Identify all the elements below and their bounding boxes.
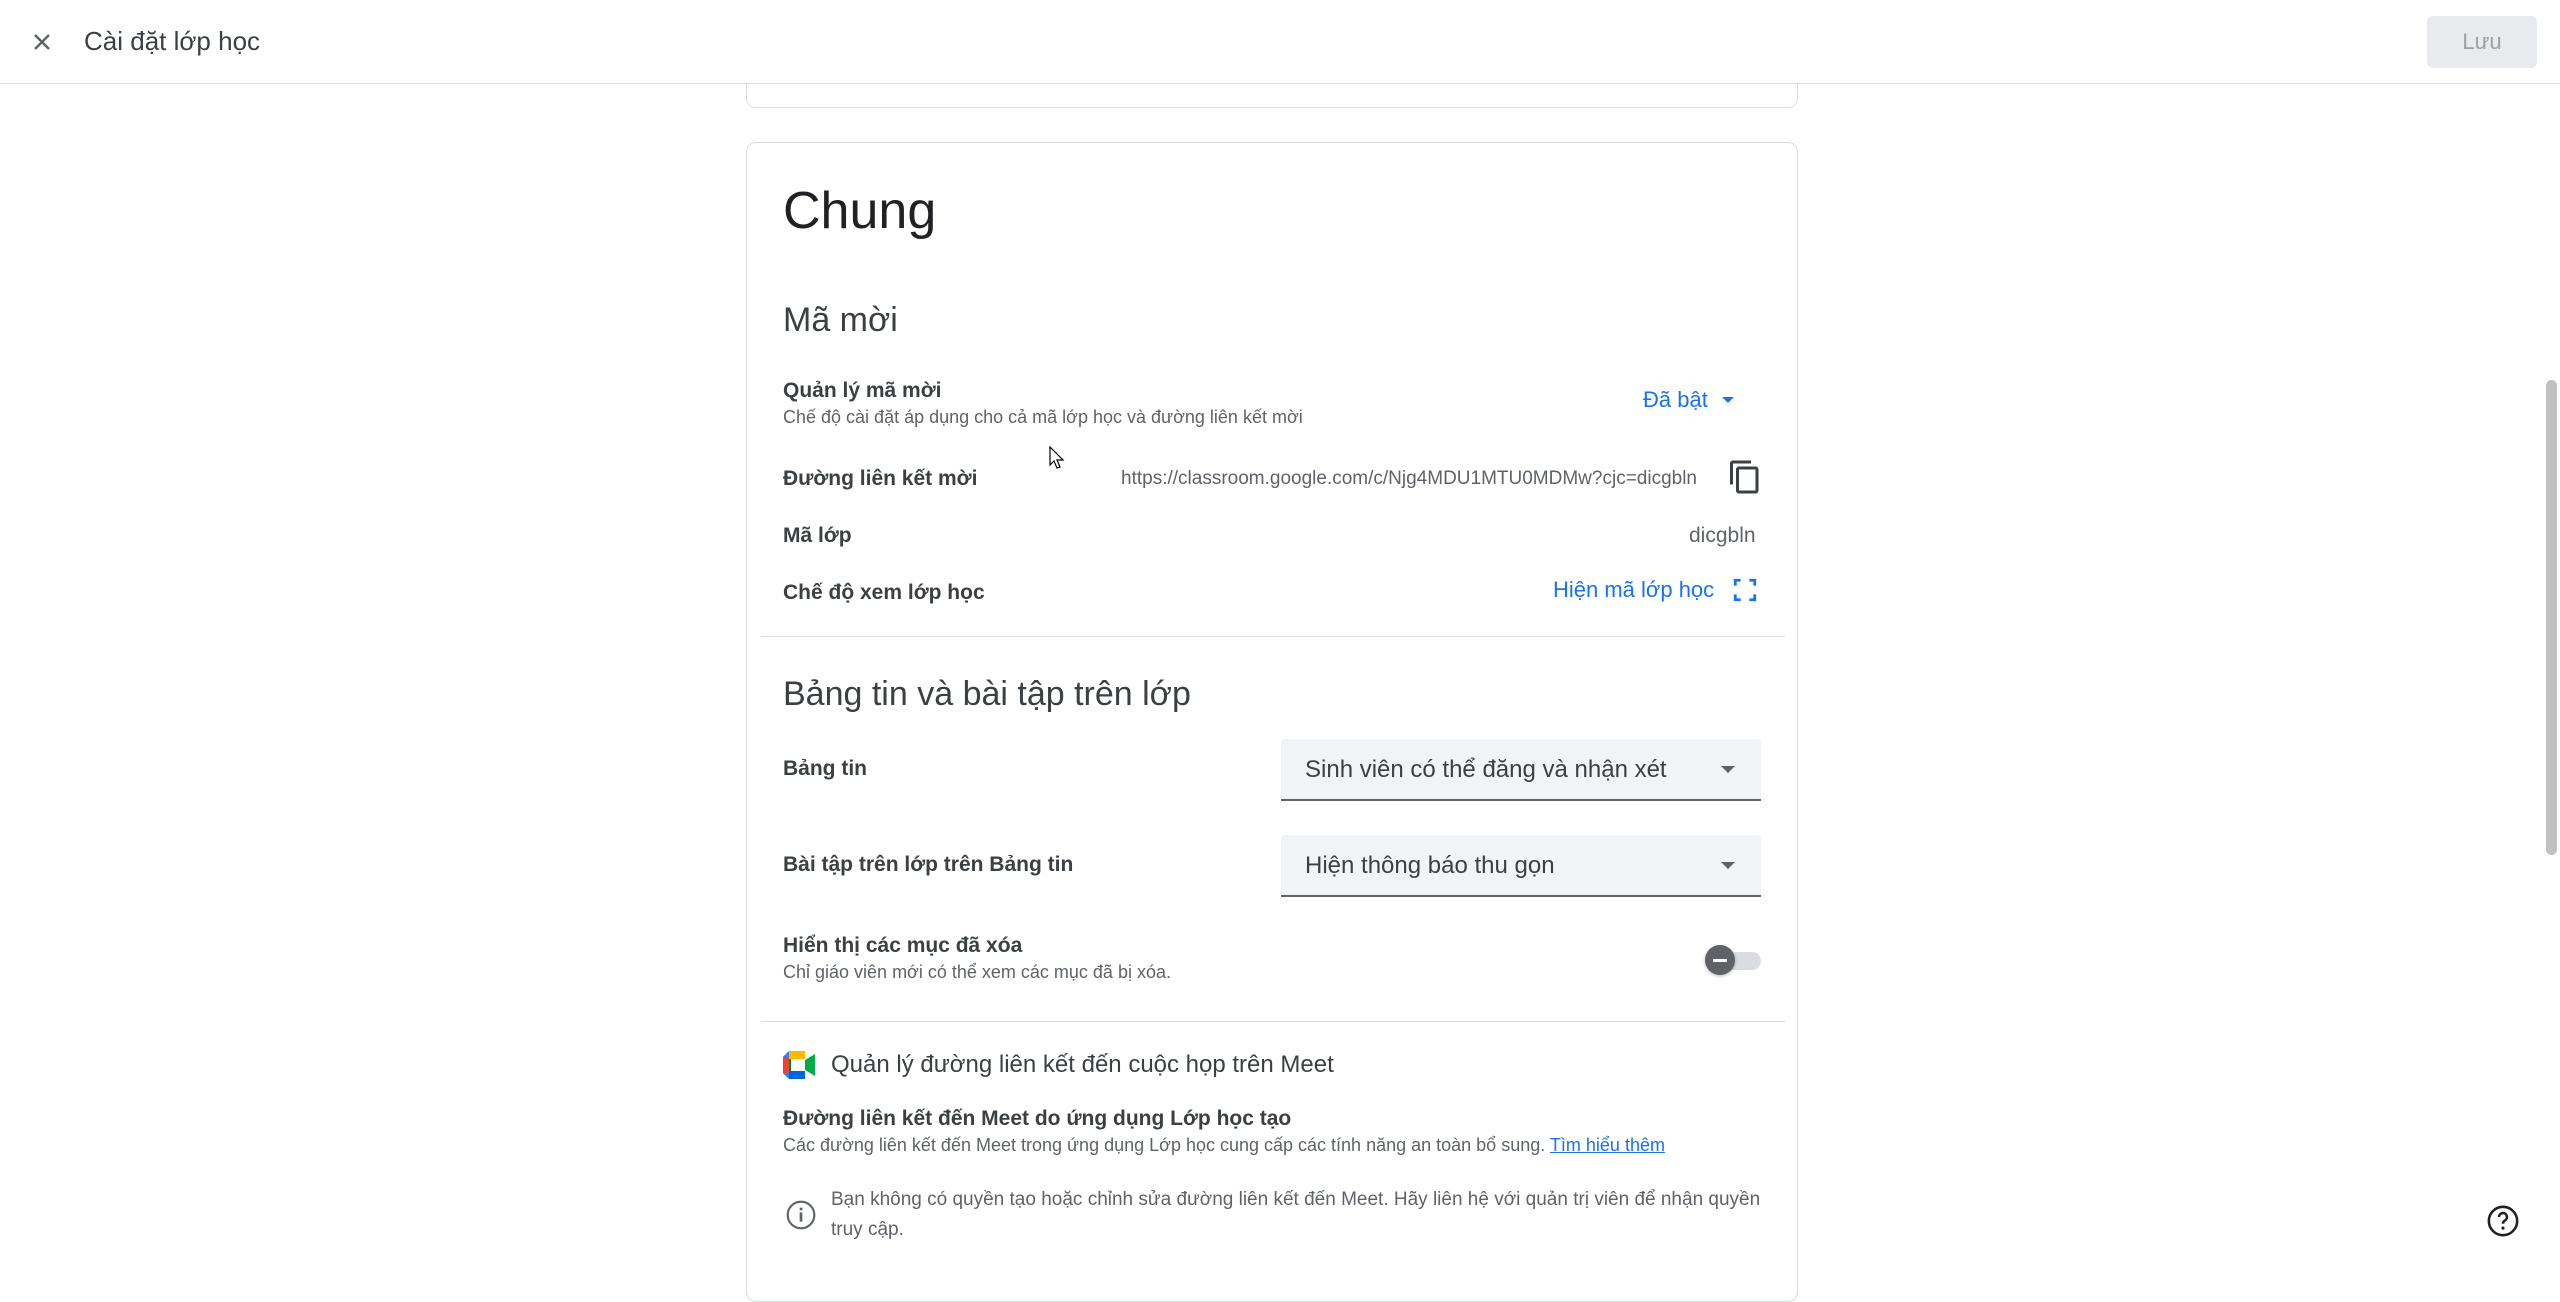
class-code-label: Mã lớp bbox=[783, 524, 852, 547]
divider bbox=[761, 636, 1785, 637]
mouse-cursor-icon bbox=[1049, 446, 1065, 469]
stream-permissions-value: Sinh viên có thể đăng và nhận xét bbox=[1305, 756, 1667, 783]
show-class-code-label: Hiện mã lớp học bbox=[1553, 577, 1715, 602]
general-settings-card: Chung Mã mời Quản lý mã mời Chế độ cài đ… bbox=[746, 142, 1798, 1302]
meet-permission-notice: Bạn không có quyền tạo hoặc chỉnh sửa đư… bbox=[831, 1189, 1761, 1240]
stream-permissions-select[interactable]: Sinh viên có thể đăng và nhận xét bbox=[1281, 739, 1761, 801]
copy-icon bbox=[1730, 460, 1759, 494]
caret-down-icon bbox=[1721, 397, 1734, 403]
close-button[interactable] bbox=[20, 20, 64, 64]
meet-section-title: Quản lý đường liên kết đến cuộc họp trên… bbox=[831, 1051, 1334, 1078]
invite-link-label: Đường liên kết mời bbox=[783, 467, 978, 490]
general-title: Chung bbox=[783, 182, 937, 240]
class-view-label: Chế độ xem lớp học bbox=[783, 581, 985, 604]
top-bar: Cài đặt lớp học Lưu bbox=[0, 0, 2560, 84]
classwork-on-stream-select[interactable]: Hiện thông báo thu gọn bbox=[1281, 835, 1761, 897]
invite-link-value: https://classroom.google.com/c/Njg4MDU1M… bbox=[1121, 468, 1697, 489]
meet-generated-description: Các đường liên kết đến Meet trong ứng dụ… bbox=[783, 1135, 1665, 1156]
manage-invite-dropdown[interactable]: Đã bật bbox=[1643, 387, 1734, 413]
help-button[interactable] bbox=[2486, 1204, 2520, 1238]
invite-section-title: Mã mời bbox=[783, 301, 898, 339]
info-icon bbox=[786, 1200, 816, 1230]
manage-invite-label: Quản lý mã mời bbox=[783, 379, 942, 402]
scrollbar-thumb[interactable] bbox=[2546, 380, 2557, 855]
caret-down-icon bbox=[1721, 862, 1735, 869]
save-button[interactable]: Lưu bbox=[2427, 16, 2537, 68]
meet-generated-label: Đường liên kết đến Meet do ứng dụng Lớp … bbox=[783, 1107, 1292, 1130]
manage-invite-description: Chế độ cài đặt áp dụng cho cả mã lớp học… bbox=[783, 407, 1303, 427]
close-icon bbox=[34, 34, 50, 50]
divider bbox=[761, 1021, 1785, 1022]
stream-label: Bảng tin bbox=[783, 757, 867, 780]
show-deleted-label: Hiển thị các mục đã xóa bbox=[783, 934, 1023, 957]
class-code-value: dicgbln bbox=[1689, 524, 1756, 547]
stream-section-title: Bảng tin và bài tập trên lớp bbox=[783, 675, 1191, 713]
show-deleted-description: Chỉ giáo viên mới có thể xem các mục đã … bbox=[783, 962, 1171, 982]
classwork-on-stream-value: Hiện thông báo thu gọn bbox=[1305, 852, 1555, 879]
help-icon bbox=[2487, 1205, 2519, 1237]
meet-generated-description-text: Các đường liên kết đến Meet trong ứng dụ… bbox=[783, 1135, 1546, 1155]
page-title: Cài đặt lớp học bbox=[84, 26, 261, 56]
show-deleted-toggle[interactable] bbox=[1705, 945, 1763, 975]
manage-invite-value: Đã bật bbox=[1643, 387, 1708, 412]
toggle-knob bbox=[1705, 945, 1735, 975]
meet-icon bbox=[783, 1051, 815, 1079]
copy-link-button[interactable] bbox=[1727, 459, 1763, 495]
learn-more-link[interactable]: Tìm hiểu thêm bbox=[1550, 1135, 1665, 1155]
show-class-code-button[interactable]: Hiện mã lớp học bbox=[1553, 577, 1758, 603]
fullscreen-icon bbox=[1734, 578, 1757, 602]
caret-down-icon bbox=[1721, 766, 1735, 773]
classwork-on-stream-label: Bài tập trên lớp trên Bảng tin bbox=[783, 853, 1074, 876]
